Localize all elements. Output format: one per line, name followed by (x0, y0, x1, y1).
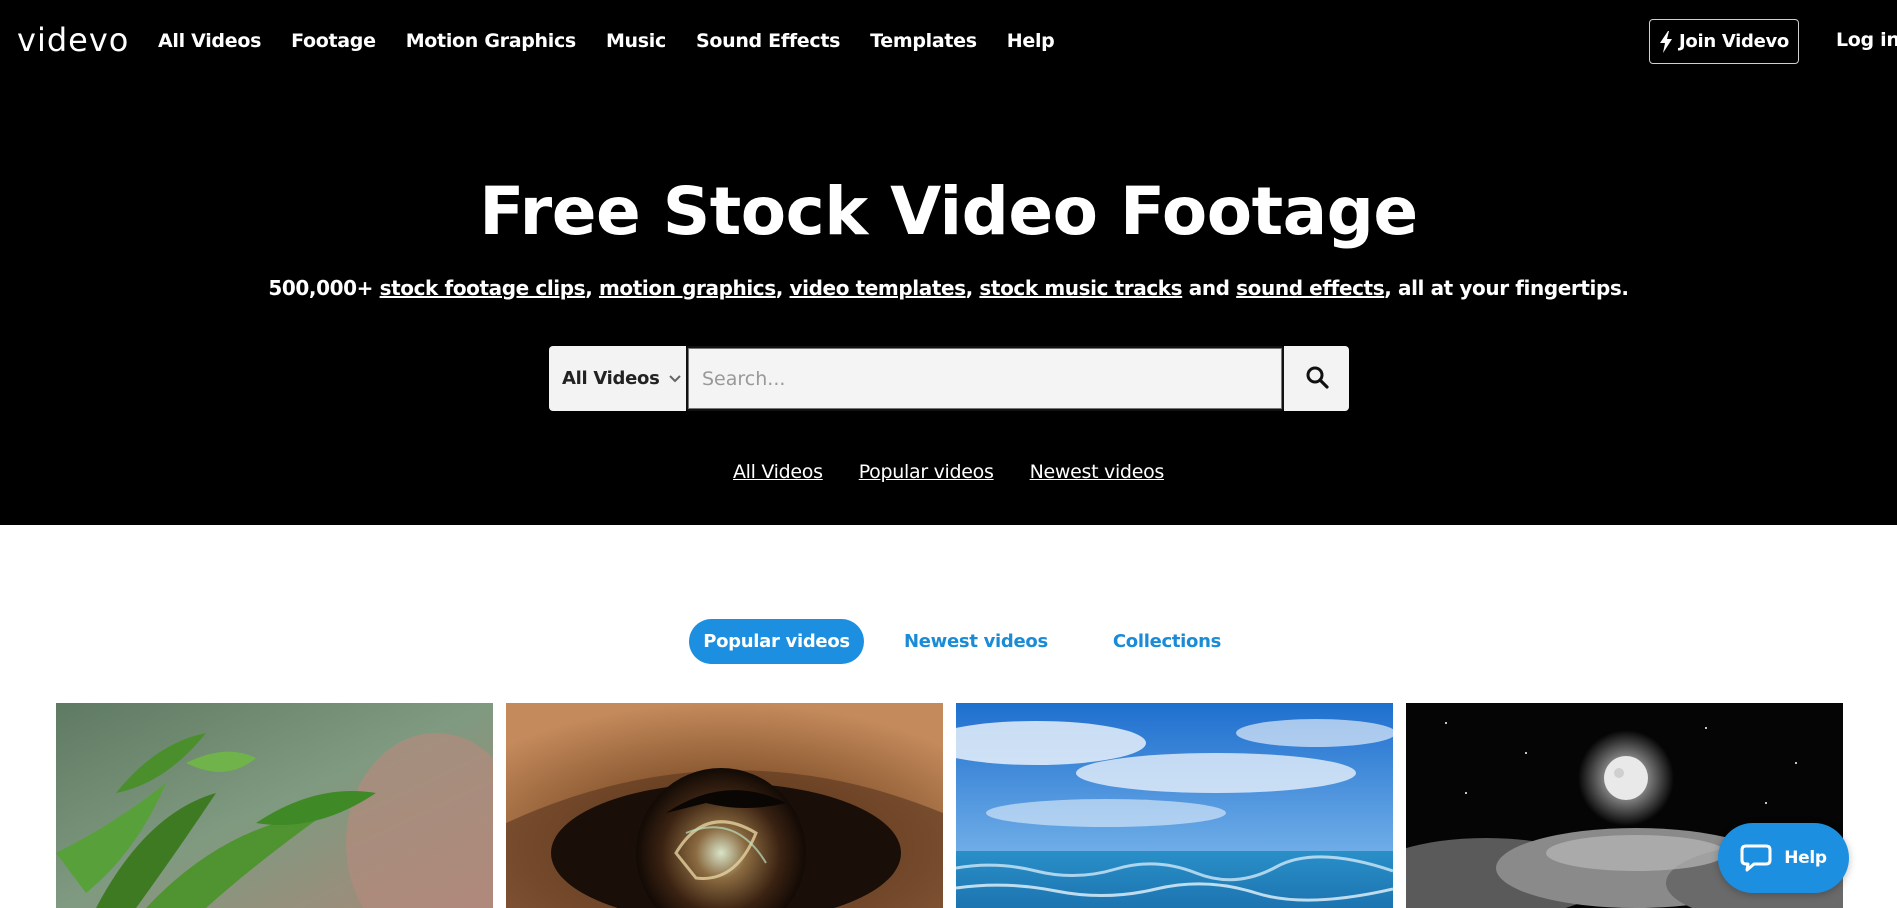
subtitle-suffix: , all at your fingertips. (1384, 276, 1629, 300)
subtitle-prefix: 500,000+ (268, 276, 380, 300)
subtitle-separator: , (965, 276, 980, 300)
video-grid (56, 703, 1856, 908)
link-stock-footage-clips[interactable]: stock footage clips (380, 276, 586, 300)
link-video-templates[interactable]: video templates (790, 276, 967, 300)
join-videvo-button[interactable]: Join Videvo (1649, 19, 1799, 64)
tab-popular-videos[interactable]: Popular videos (689, 619, 864, 664)
link-motion-graphics[interactable]: motion graphics (599, 276, 776, 300)
videvo-logo[interactable]: videvo (17, 20, 129, 60)
join-videvo-label: Join Videvo (1679, 31, 1789, 52)
category-dropdown-value: All Videos (562, 368, 660, 389)
subtitle-and: and (1182, 276, 1237, 300)
tab-collections[interactable]: Collections (1113, 619, 1221, 664)
nav-sound-effects[interactable]: Sound Effects (696, 30, 840, 52)
main-nav: All Videos Footage Motion Graphics Music… (158, 26, 1084, 56)
quick-link-all-videos[interactable]: All Videos (733, 461, 823, 483)
nav-music[interactable]: Music (606, 30, 666, 52)
subtitle-separator: , (585, 276, 599, 300)
login-link[interactable]: Log in (1836, 29, 1897, 51)
nav-motion-graphics[interactable]: Motion Graphics (406, 30, 577, 52)
video-thumbnail-rain-leaves[interactable] (56, 703, 493, 908)
hero-subtitle: 500,000+ stock footage clips, motion gra… (0, 274, 1897, 302)
chevron-down-icon (668, 374, 682, 384)
hero-section: videvo All Videos Footage Motion Graphic… (0, 0, 1897, 525)
nav-help[interactable]: Help (1007, 30, 1055, 52)
search-bar: All Videos (549, 346, 1349, 411)
help-widget-label: Help (1784, 848, 1827, 868)
page-title: Free Stock Video Footage (479, 173, 1418, 250)
nav-all-videos[interactable]: All Videos (158, 30, 261, 52)
video-thumbnail-ocean-sky[interactable] (956, 703, 1393, 908)
nav-templates[interactable]: Templates (870, 30, 977, 52)
quick-link-popular-videos[interactable]: Popular videos (859, 461, 994, 483)
search-input[interactable] (686, 346, 1284, 411)
nav-footage[interactable]: Footage (291, 30, 376, 52)
link-sound-effects[interactable]: sound effects (1236, 276, 1384, 300)
quick-links: All Videos Popular videos Newest videos (0, 461, 1897, 483)
search-button[interactable] (1284, 346, 1349, 411)
subtitle-separator: , (775, 276, 790, 300)
lightning-icon (1659, 30, 1673, 53)
link-stock-music-tracks[interactable]: stock music tracks (979, 276, 1182, 300)
quick-link-newest-videos[interactable]: Newest videos (1030, 461, 1165, 483)
help-widget-button[interactable]: Help (1718, 823, 1849, 893)
tab-newest-videos[interactable]: Newest videos (904, 619, 1048, 664)
chat-bubble-icon (1740, 844, 1772, 872)
video-thumbnail-eye-abstract[interactable] (506, 703, 943, 908)
video-tabs: Popular videos Newest videos Collections (689, 619, 1221, 664)
category-dropdown[interactable]: All Videos (549, 346, 686, 411)
search-icon (1305, 365, 1329, 393)
